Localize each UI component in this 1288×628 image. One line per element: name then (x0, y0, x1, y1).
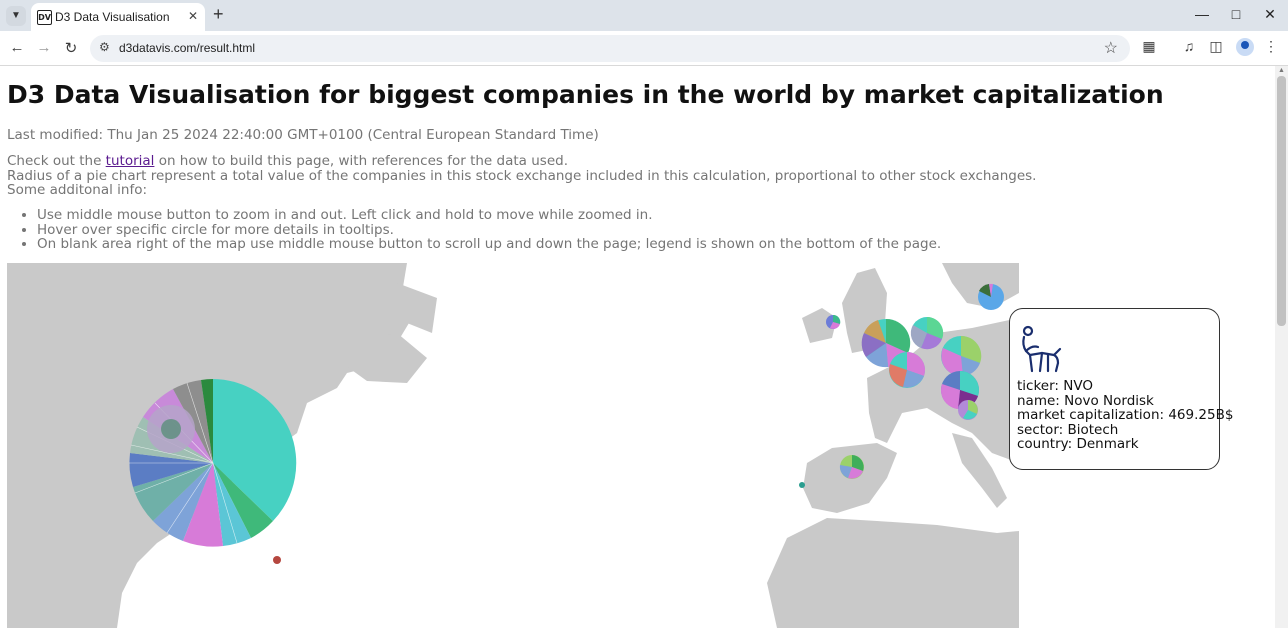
tooltip-sector: sector: Biotech (1017, 421, 1119, 438)
copenhagen-pie[interactable] (978, 283, 1004, 310)
tab-title: D3 Data Visualisation (55, 10, 170, 24)
scroll-thumb[interactable] (1277, 76, 1286, 326)
page-scrollbar[interactable]: ▲ (1275, 66, 1288, 628)
side-panel-icon[interactable]: ◫ (1207, 38, 1225, 55)
tips-list: Use middle mouse button to zoom in and o… (0, 208, 941, 252)
radius-note: Radius of a pie chart represent a total … (7, 167, 1037, 184)
paris-pie[interactable] (889, 351, 926, 388)
address-bar[interactable]: ⚙ d3datavis.com/result.html ☆ (90, 35, 1130, 62)
reload-icon[interactable]: ↻ (62, 39, 80, 57)
menu-icon[interactable]: ⋮ (1262, 38, 1280, 55)
new-tab-icon[interactable]: + (213, 4, 224, 25)
frankfurt-pie[interactable] (941, 335, 982, 377)
list-item: Use middle mouse button to zoom in and o… (37, 208, 941, 223)
list-item: On blank area right of the map use middl… (37, 237, 941, 252)
site-info-icon[interactable]: ⚙ (99, 40, 110, 54)
dublin-pie[interactable] (826, 314, 841, 329)
scroll-up-icon[interactable]: ▲ (1278, 67, 1285, 74)
tooltip-ticker: ticker: NVO (1017, 378, 1093, 394)
browser-tab[interactable]: DV D3 Data Visualisation ✕ (31, 3, 205, 31)
media-control-icon[interactable]: ♫ (1180, 38, 1198, 54)
forward-icon[interactable]: → (35, 39, 53, 56)
url-text: d3datavis.com/result.html (119, 41, 256, 55)
page-content: D3 Data Visualisation for biggest compan… (0, 66, 1275, 628)
extensions-icon[interactable]: ▦ (1140, 38, 1158, 55)
novo-nordisk-logo (1022, 325, 1062, 373)
tooltip-name: name: Novo Nordisk (1017, 392, 1154, 409)
tab-search-icon[interactable]: ▼ (6, 6, 26, 26)
profile-avatar[interactable] (1236, 38, 1254, 56)
back-icon[interactable]: ← (8, 39, 26, 56)
company-tooltip: ticker: NVO name: Novo Nordisk market ca… (1009, 308, 1233, 470)
amsterdam-pie[interactable] (910, 316, 944, 350)
lisbon-marker[interactable] (799, 482, 805, 488)
favicon-icon: DV (37, 10, 52, 25)
additional-heading: Some additonal info: (7, 182, 148, 198)
bookmark-star-icon[interactable]: ☆ (1104, 38, 1118, 58)
us-stock-exchange-pie[interactable] (129, 379, 297, 547)
page-title: D3 Data Visualisation for biggest compan… (7, 80, 1164, 109)
minimize-icon[interactable]: — (1192, 6, 1212, 22)
north-africa-land (767, 518, 1019, 628)
maximize-icon[interactable]: □ (1226, 6, 1246, 22)
close-window-icon[interactable]: ✕ (1260, 6, 1280, 23)
tab-strip: ▼ DV D3 Data Visualisation ✕ + — □ ✕ (0, 0, 1288, 31)
world-map[interactable] (7, 263, 1019, 628)
tooltip-market-cap: market capitalization: 469.25B$ (1017, 407, 1234, 423)
tooltip-country: country: Denmark (1017, 436, 1139, 452)
tooltip-details: ticker: NVO name: Novo Nordisk market ca… (1017, 379, 1233, 452)
madrid-pie[interactable] (839, 455, 864, 479)
bermuda-marker[interactable] (273, 556, 281, 564)
milan-pie[interactable] (958, 400, 978, 420)
list-item: Hover over specific circle for more deta… (37, 222, 941, 238)
last-modified: Last modified: Thu Jan 25 2024 22:40:00 … (7, 127, 599, 143)
intro-text: Check out the tutorial on how to build t… (7, 154, 1036, 198)
browser-toolbar: ← → ↻ ⚙ d3datavis.com/result.html ☆ ▦ ♫ … (0, 31, 1288, 66)
close-tab-icon[interactable]: ✕ (188, 9, 198, 23)
